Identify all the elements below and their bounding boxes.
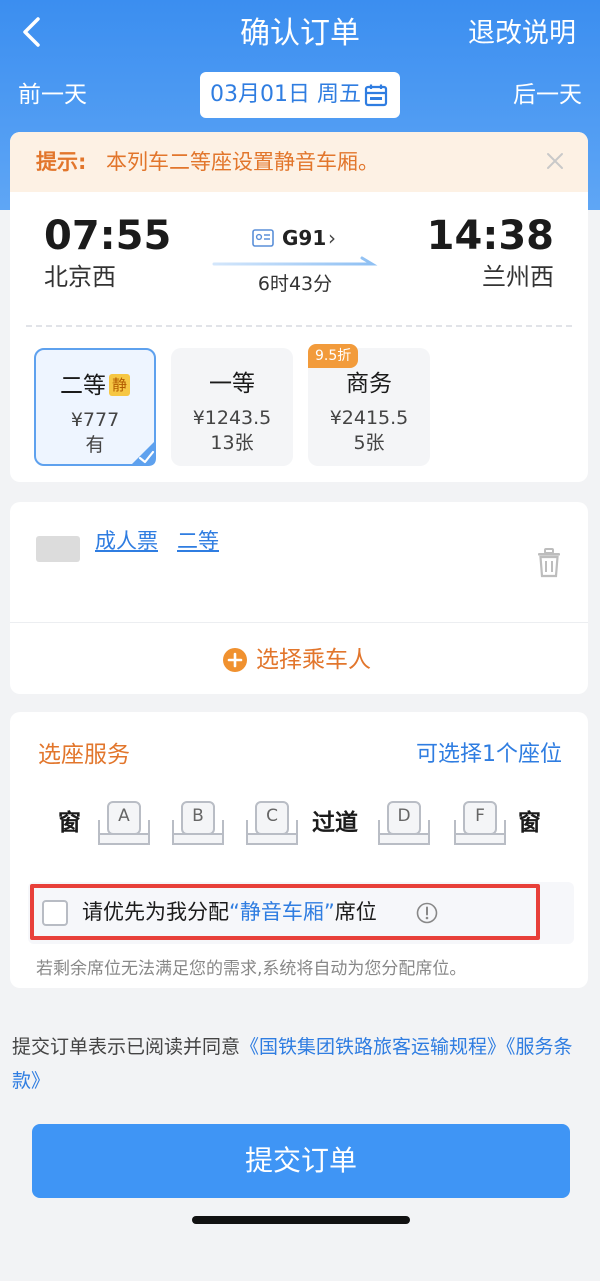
seat-a-button[interactable]: A xyxy=(96,800,152,848)
nav-bar: 确认订单 退改说明 xyxy=(0,0,600,64)
seat-letter: A xyxy=(118,806,130,826)
tip-label: 提示: xyxy=(36,150,87,174)
seat-selection-card: 选座服务 可选择1个座位 窗 A B C 过道 D F 窗 请优先为我分配“静音… xyxy=(10,712,588,988)
passenger-name-redacted xyxy=(36,536,80,562)
refund-policy-link[interactable]: 退改说明 xyxy=(468,14,576,54)
id-card-icon xyxy=(252,229,274,247)
check-icon xyxy=(130,440,156,466)
agreement-prefix: 提交订单表示已阅读并同意 xyxy=(12,1036,241,1058)
seat-service-hint: 可选择1个座位 xyxy=(416,742,562,767)
seat-letter: B xyxy=(192,806,204,826)
arrival-station: 兰州西 xyxy=(482,263,554,291)
seat-class-availability: 5张 xyxy=(353,432,385,454)
quiet-carriage-checkbox[interactable] xyxy=(42,900,68,926)
seat-class-name: 二等 xyxy=(59,373,106,399)
seat-class-name: 一等 xyxy=(209,371,255,397)
close-icon[interactable] xyxy=(542,148,568,174)
date-label: 03月01日 周五 xyxy=(210,82,361,107)
quiet-suffix: 席位 xyxy=(334,900,377,924)
submit-order-button[interactable]: 提交订单 xyxy=(32,1124,570,1198)
seat-class-availability: 13张 xyxy=(210,432,254,454)
divider xyxy=(26,325,572,327)
seat-f-button[interactable]: F xyxy=(452,800,508,848)
quiet-highlight: “静音车厢” xyxy=(229,900,335,924)
ticket-type-link[interactable]: 成人票 xyxy=(95,526,158,556)
window-label: 窗 xyxy=(58,810,81,836)
quiet-carriage-tip: 提示: 本列车二等座设置静音车厢。 xyxy=(10,132,588,192)
ticket-class-link[interactable]: 二等 xyxy=(177,526,219,556)
add-passenger-label: 选择乘车人 xyxy=(256,647,371,673)
departure-station: 北京西 xyxy=(44,263,116,291)
auto-assign-note: 若剩余席位无法满足您的需求,系统将自动为您分配席位。 xyxy=(36,959,467,979)
departure-time: 07:55 xyxy=(44,213,172,259)
info-icon[interactable] xyxy=(416,902,438,924)
agreement-text: 提交订单表示已阅读并同意《国铁集团铁路旅客运输规程》《服务条款》 xyxy=(12,1030,590,1098)
seat-class-second[interactable]: 二等静 ¥777 有 xyxy=(34,348,156,466)
quiet-prefix: 请优先为我分配 xyxy=(82,900,229,924)
route-arrow-icon xyxy=(212,256,378,266)
seat-c-button[interactable]: C xyxy=(244,800,300,848)
chevron-right-icon: › xyxy=(328,226,336,250)
passenger-card: 成人票 二等 选择乘车人 xyxy=(10,502,588,694)
plus-circle-icon xyxy=(223,648,247,672)
seat-class-name: 商务 xyxy=(346,371,392,397)
arrival-time: 14:38 xyxy=(426,213,554,259)
seat-letter: C xyxy=(266,806,278,826)
next-day-button[interactable]: 后一天 xyxy=(513,78,582,112)
discount-tag: 9.5折 xyxy=(308,344,359,368)
window-label: 窗 xyxy=(518,810,541,836)
seat-letter: F xyxy=(475,806,485,826)
quiet-badge: 静 xyxy=(108,374,130,396)
quiet-carriage-option: 请优先为我分配“静音车厢”席位 xyxy=(28,882,574,944)
tip-text: 本列车二等座设置静音车厢。 xyxy=(106,150,379,174)
aisle-label: 过道 xyxy=(312,810,358,836)
home-indicator xyxy=(192,1216,410,1224)
seat-letter: D xyxy=(397,806,411,826)
date-selector: 前一天 03月01日 周五 后一天 xyxy=(0,70,600,120)
train-info-card: 提示: 本列车二等座设置静音车厢。 07:55 北京西 G91 › 6时43分 … xyxy=(10,132,588,482)
seat-b-button[interactable]: B xyxy=(170,800,226,848)
seat-class-price: ¥1243.5 xyxy=(192,407,272,429)
divider xyxy=(10,622,588,623)
seat-d-button[interactable]: D xyxy=(376,800,432,848)
seat-class-business[interactable]: 9.5折 商务 ¥2415.5 5张 xyxy=(308,344,430,466)
rules-link[interactable]: 《国铁集团铁路旅客运输规程》 xyxy=(240,1036,506,1058)
travel-duration: 6时43分 xyxy=(257,273,333,295)
prev-day-button[interactable]: 前一天 xyxy=(18,78,87,112)
trash-icon[interactable] xyxy=(536,548,562,578)
seat-service-title: 选座服务 xyxy=(38,742,130,768)
train-number: G91 xyxy=(282,226,327,250)
seat-class-price: ¥777 xyxy=(70,409,120,431)
seat-class-first[interactable]: 一等 ¥1243.5 13张 xyxy=(171,348,293,466)
calendar-icon xyxy=(364,84,388,107)
seat-class-price: ¥2415.5 xyxy=(329,407,409,429)
date-picker[interactable]: 03月01日 周五 xyxy=(200,72,400,118)
